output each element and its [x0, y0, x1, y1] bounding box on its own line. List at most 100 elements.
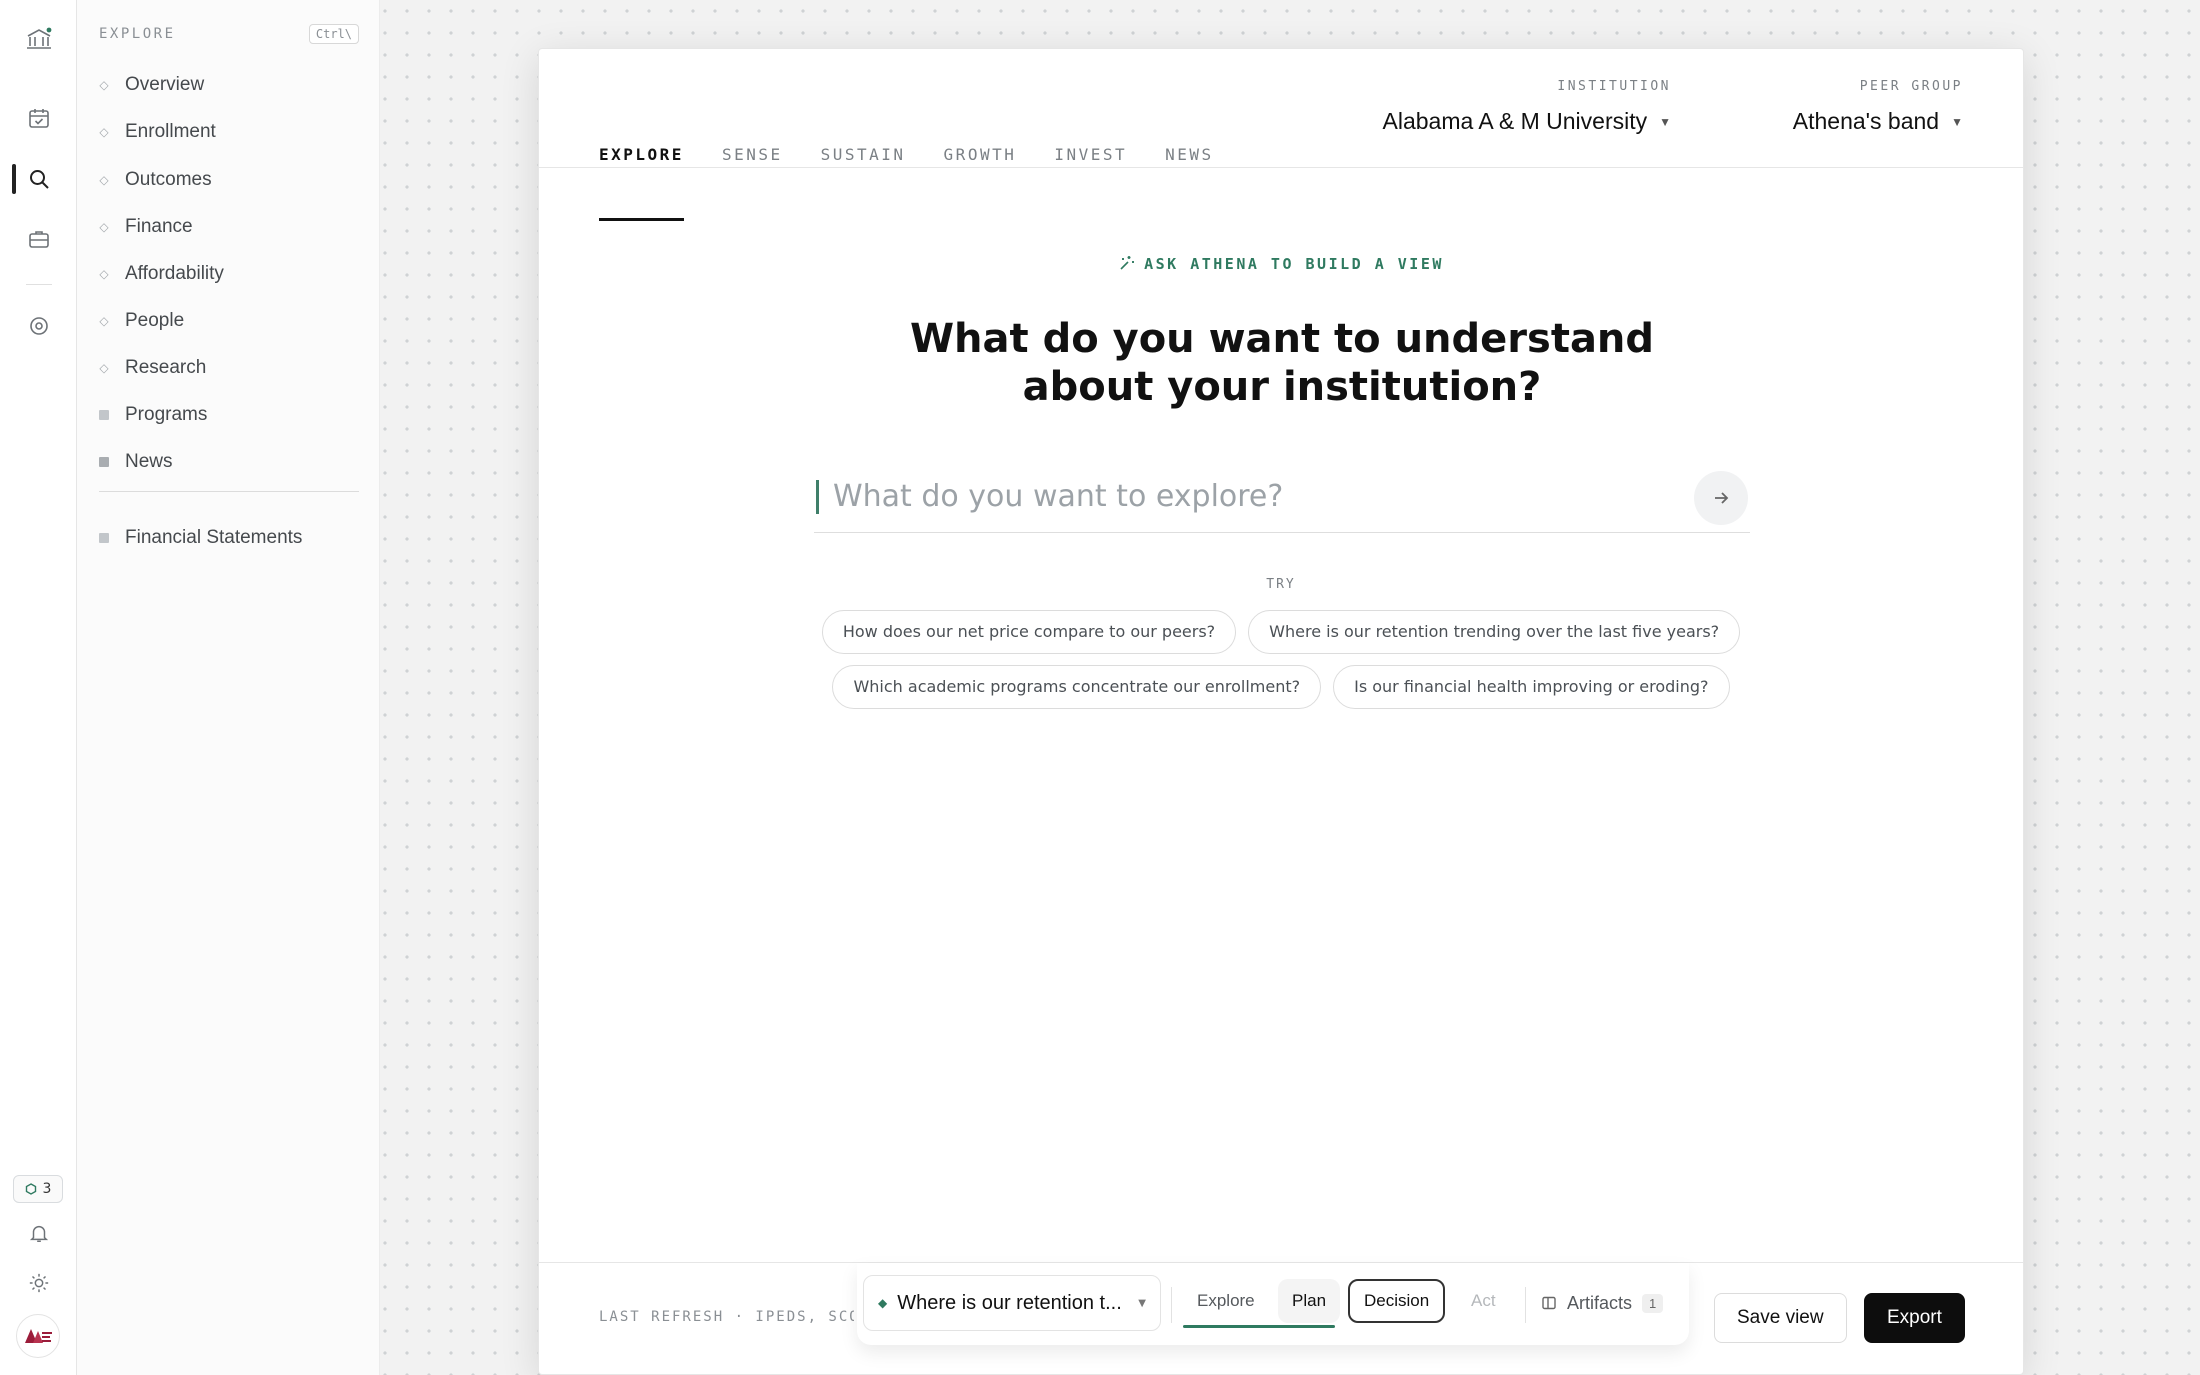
avatar[interactable] [16, 1314, 60, 1358]
workflow-dock: ◆ Where is our retention t... ▼ Explore … [857, 1263, 1689, 1345]
diamond-icon: ◇ [99, 220, 109, 234]
square-icon [99, 457, 109, 467]
sidebar-item-label: Programs [125, 404, 208, 425]
collapse-shortcut[interactable]: Ctrl\ [308, 24, 359, 44]
suggestion-chip[interactable]: How does our net price compare to our pe… [821, 610, 1237, 654]
sidebar-item-label: People [125, 310, 185, 331]
thread-title: Where is our retention t... [897, 1291, 1122, 1314]
header-divider [539, 167, 2023, 168]
artifacts-count: 1 [1642, 1293, 1664, 1313]
sidebar-item-label: Research [125, 357, 207, 378]
search-input[interactable] [833, 479, 1673, 514]
diamond-icon: ◇ [99, 361, 109, 375]
target-icon[interactable] [20, 307, 58, 345]
sidebar-item-outcomes[interactable]: ◇ Outcomes [99, 160, 359, 200]
suggestion-chip[interactable]: Which academic programs concentrate our … [832, 665, 1322, 709]
diamond-icon: ◇ [99, 173, 109, 187]
institution-logo-icon[interactable] [20, 20, 58, 58]
explore-search [814, 461, 1750, 533]
main-card: EXPLORE SENSE SUSTAIN GROWTH INVEST NEWS… [538, 48, 2024, 1375]
peer-group-value: Athena's band [1792, 108, 1940, 134]
sidebar-item-research[interactable]: ◇ Research [99, 348, 359, 388]
dock-divider [1525, 1287, 1526, 1323]
briefcase-icon[interactable] [20, 220, 58, 258]
last-refresh-text: LAST REFRESH · IPEDS, SCOR [599, 1309, 854, 1325]
sidebar-item-label: Outcomes [125, 169, 212, 190]
sidebar-item-label: Enrollment [125, 121, 216, 142]
rail-active-indicator [12, 164, 16, 194]
tab-sense[interactable]: SENSE [722, 125, 783, 217]
save-view-button[interactable]: Save view [1714, 1293, 1847, 1343]
suggestion-row: Which academic programs concentrate our … [539, 665, 2023, 709]
diamond-icon: ◇ [99, 78, 109, 92]
tab-sustain[interactable]: SUSTAIN [821, 125, 906, 217]
stage-plan[interactable]: Plan [1278, 1279, 1341, 1323]
rail-divider [26, 284, 52, 285]
tab-explore[interactable]: EXPLORE [599, 125, 684, 221]
institution-caption: INSTITUTION [1557, 79, 1671, 94]
thread-selector[interactable]: ◆ Where is our retention t... ▼ [863, 1275, 1161, 1331]
sidebar-item-label: Affordability [125, 263, 224, 284]
tab-invest[interactable]: INVEST [1054, 125, 1127, 217]
icon-rail: 3 [0, 0, 77, 1375]
text-cursor [816, 479, 819, 514]
notification-count: 3 [42, 1181, 52, 1197]
sidebar-item-affordability[interactable]: ◇ Affordability [99, 254, 359, 294]
sidebar-item-people[interactable]: ◇ People [99, 301, 359, 341]
arrow-right-icon [1715, 492, 1729, 504]
suggestion-chip[interactable]: Where is our retention trending over the… [1248, 610, 1741, 654]
tab-growth[interactable]: GROWTH [944, 125, 1017, 217]
ask-athena-eyebrow: ASK ATHENA TO BUILD A VIEW [539, 254, 2023, 273]
sparkle-icon [1120, 256, 1135, 270]
try-label: TRY [1266, 577, 1296, 592]
square-icon [99, 410, 109, 420]
sidebar-item-label: Finance [125, 216, 193, 237]
caret-down-icon: ▼ [1951, 114, 1963, 129]
card-footer: LAST REFRESH · IPEDS, SCOR ◆ Where is ou… [539, 1262, 2023, 1374]
page-title: What do you want to understand about you… [909, 316, 1655, 410]
export-button[interactable]: Export [1864, 1293, 1965, 1343]
sidebar-item-enrollment[interactable]: ◇ Enrollment [99, 112, 359, 152]
sidebar-header: EXPLORE Ctrl\ [99, 22, 359, 46]
stage-progress-bar [1183, 1325, 1335, 1328]
suggestion-chip[interactable]: Is our financial health improving or ero… [1333, 665, 1730, 709]
peer-group-selector[interactable]: PEER GROUP Athena's band ▼ [1793, 79, 1963, 135]
tab-news[interactable]: NEWS [1165, 125, 1214, 217]
submit-button[interactable] [1694, 471, 1748, 525]
tab-bar: EXPLORE SENSE SUSTAIN GROWTH INVEST NEWS [599, 125, 1214, 221]
calendar-check-icon[interactable] [20, 99, 58, 137]
dock-divider [1171, 1287, 1172, 1323]
institution-selector[interactable]: INSTITUTION Alabama A & M University ▼ [1383, 79, 1672, 135]
stage-act[interactable]: Act [1457, 1279, 1510, 1323]
caret-down-icon: ▼ [1659, 114, 1671, 129]
ask-athena-label: ASK ATHENA TO BUILD A VIEW [1144, 255, 1444, 273]
sidebar-item-label: Financial Statements [125, 527, 303, 548]
artifacts-button[interactable]: Artifacts 1 [1541, 1285, 1664, 1321]
hexagon-icon [25, 1183, 36, 1195]
sidebar-item-label: Overview [125, 74, 205, 95]
university-seal-icon [25, 1329, 52, 1343]
diamond-icon: ◆ [878, 1296, 888, 1310]
sidebar-item-programs[interactable]: Programs [99, 395, 359, 435]
diamond-icon: ◇ [99, 267, 109, 281]
institution-value: Alabama A & M University [1382, 108, 1648, 134]
stage-decision[interactable]: Decision [1348, 1279, 1446, 1323]
sidebar-item-finance[interactable]: ◇ Finance [99, 207, 359, 247]
bell-icon[interactable] [20, 1214, 58, 1252]
sidebar-item-news[interactable]: News [99, 442, 359, 482]
search-icon[interactable] [20, 160, 58, 198]
explore-sidebar: EXPLORE Ctrl\ ◇ Overview ◇ Enrollment ◇ … [77, 0, 380, 1375]
stage-explore[interactable]: Explore [1183, 1279, 1269, 1323]
sidebar-item-overview[interactable]: ◇ Overview [99, 65, 359, 105]
sidebar-item-financial-statements[interactable]: Financial Statements [99, 518, 359, 558]
sidebar-title: EXPLORE [99, 26, 176, 42]
square-icon [99, 533, 109, 543]
artifacts-label: Artifacts [1567, 1292, 1633, 1313]
peer-group-caption: PEER GROUP [1859, 79, 1963, 94]
caret-down-icon: ▼ [1138, 1297, 1146, 1309]
notification-badge[interactable]: 3 [13, 1175, 63, 1203]
sidebar-divider [99, 491, 359, 492]
theme-sun-icon[interactable] [20, 1264, 58, 1302]
sidebar-item-label: News [125, 451, 173, 472]
suggestion-row: How does our net price compare to our pe… [539, 610, 2023, 654]
